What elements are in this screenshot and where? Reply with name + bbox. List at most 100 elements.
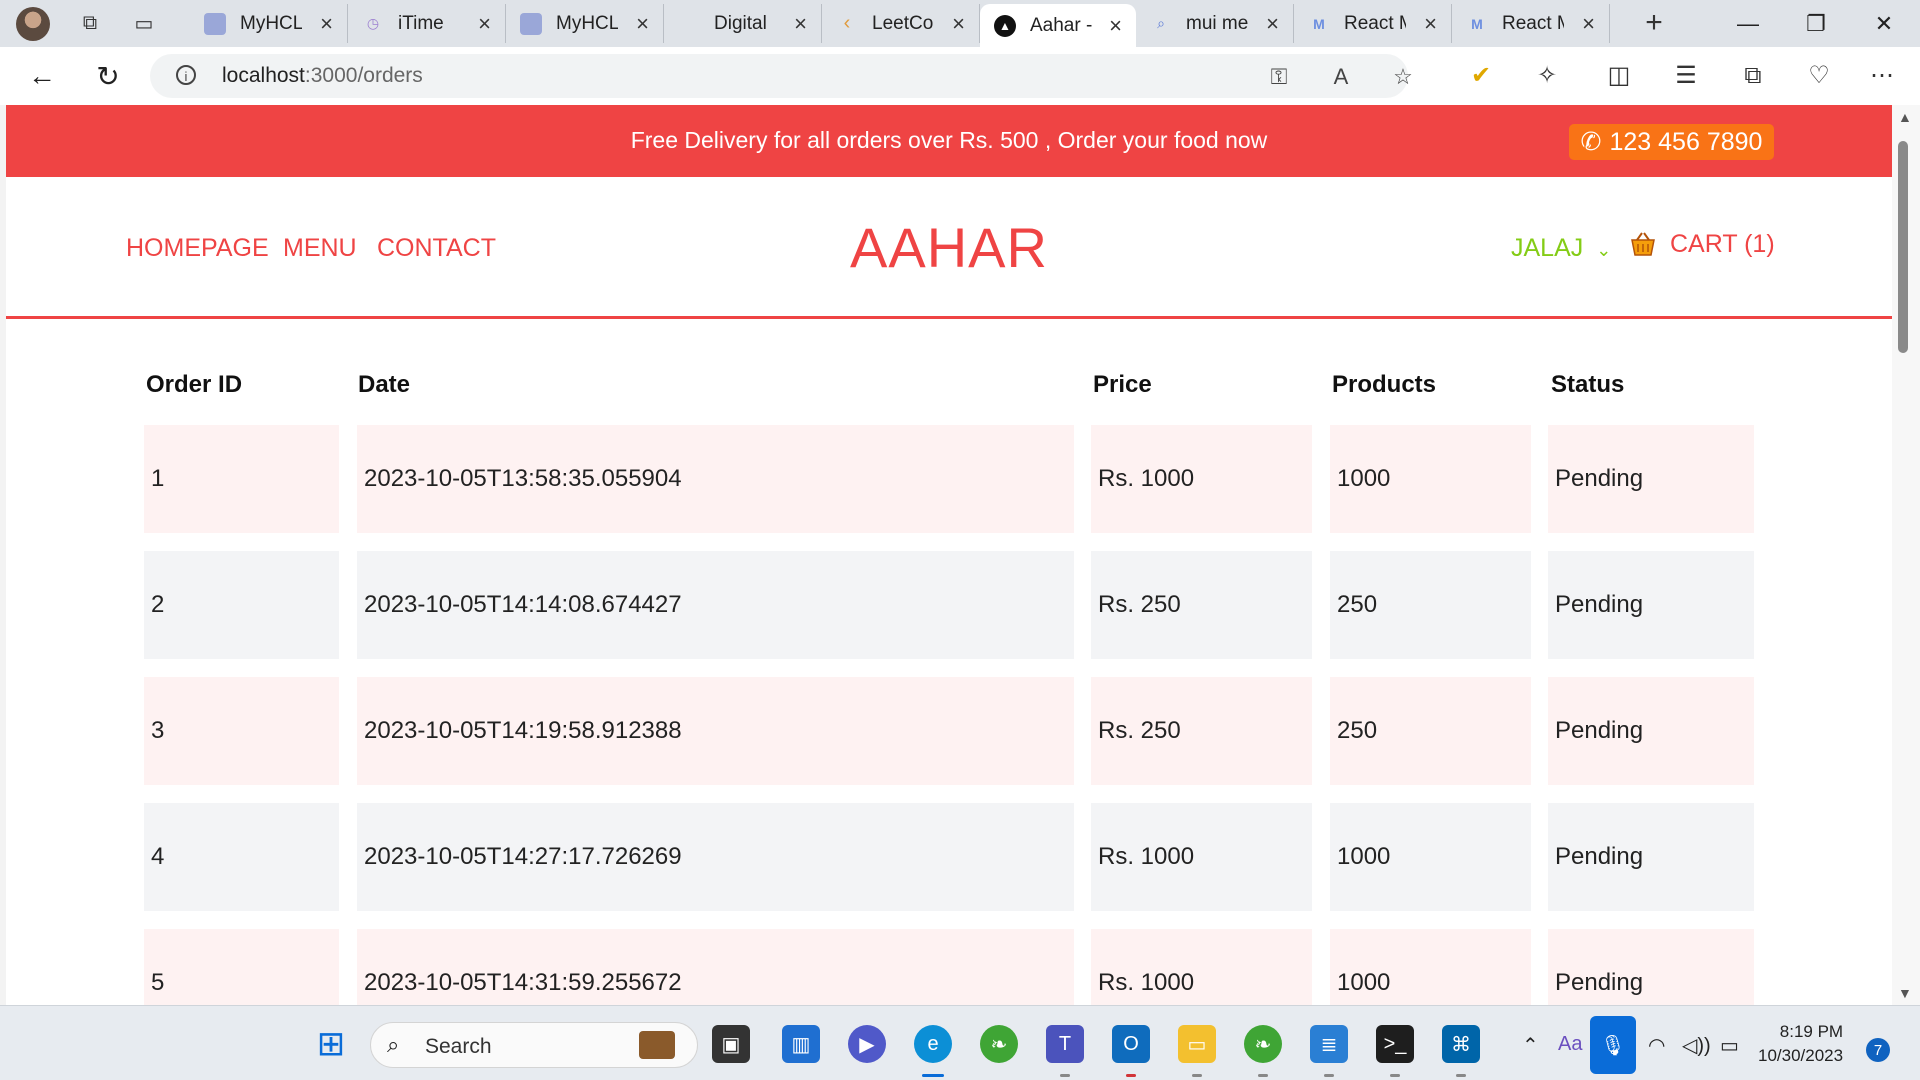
- new-tab-icon[interactable]: +: [1640, 6, 1668, 39]
- chevron-up-icon[interactable]: ⌃: [1522, 1033, 1539, 1058]
- scroll-up-icon[interactable]: ▲: [1898, 109, 1912, 125]
- site-navbar: HOMEPAGE MENU CONTACT AAHAR JALAJ ⌄ CART…: [6, 177, 1892, 319]
- tab-react-mui-2[interactable]: M React M ×: [1452, 4, 1610, 43]
- phone-number: 123 456 7890: [1609, 127, 1763, 156]
- close-window-icon[interactable]: ✕: [1850, 0, 1918, 47]
- cart-button[interactable]: CART (1): [1628, 229, 1775, 259]
- tab-myhcl-2[interactable]: MyHCL ×: [506, 4, 664, 43]
- products-cell: 250: [1330, 551, 1531, 659]
- favorite-star-icon[interactable]: ☆: [1390, 64, 1416, 90]
- close-icon[interactable]: ×: [1109, 13, 1122, 39]
- tab-aahar[interactable]: ▲ Aahar - ×: [980, 4, 1136, 47]
- running-app-indicator: [1192, 1074, 1202, 1077]
- key-icon[interactable]: ⚿: [1266, 64, 1292, 90]
- price-cell: Rs. 1000: [1091, 425, 1312, 533]
- tab-react-mui-1[interactable]: M React M ×: [1294, 4, 1452, 43]
- date-cell: 2023-10-05T14:19:58.912388: [357, 677, 1074, 785]
- refresh-icon[interactable]: ↻: [88, 56, 128, 96]
- chat-icon[interactable]: ▶: [848, 1025, 886, 1063]
- tab-leetcode[interactable]: ‹ LeetCo ×: [822, 4, 980, 43]
- taskbar-search[interactable]: ⌕ Search: [370, 1022, 698, 1068]
- workspaces-icon[interactable]: ⧉: [76, 10, 104, 38]
- profile-avatar[interactable]: [16, 6, 50, 41]
- volume-icon[interactable]: ◁)): [1682, 1033, 1711, 1058]
- back-icon[interactable]: ←: [22, 56, 62, 96]
- restore-icon[interactable]: ❐: [1782, 0, 1850, 47]
- windows-start-icon[interactable]: ⊞: [312, 1025, 350, 1063]
- mui-icon: M: [1471, 15, 1483, 32]
- spring-tool-icon[interactable]: ❧: [980, 1025, 1018, 1063]
- clock-icon: ◷: [366, 15, 380, 31]
- chevron-down-icon: ⌄: [1596, 240, 1612, 260]
- page-scrollbar[interactable]: ▲ ▼: [1892, 105, 1920, 1005]
- tab-actions-icon[interactable]: ▭: [130, 10, 158, 38]
- column-header-products: Products: [1332, 371, 1437, 398]
- column-header-order-id: Order ID: [146, 371, 243, 398]
- user-menu[interactable]: JALAJ ⌄: [1511, 234, 1611, 263]
- tab-itime[interactable]: ◷ iTime ×: [348, 4, 506, 43]
- close-icon[interactable]: ×: [1582, 11, 1595, 37]
- running-app-indicator: [1456, 1074, 1466, 1077]
- order-id-cell: 3: [144, 677, 339, 785]
- briefcase-icon: [639, 1031, 675, 1059]
- collections-icon[interactable]: ⧉: [1737, 60, 1769, 92]
- address-bar[interactable]: i localhost:3000/orders ⚿ A ☆: [150, 54, 1413, 98]
- tab-title: LeetCo: [872, 12, 934, 34]
- close-icon[interactable]: ×: [952, 11, 965, 37]
- split-screen-icon[interactable]: ◫: [1603, 60, 1635, 92]
- scrollbar-thumb[interactable]: [1898, 141, 1908, 353]
- minimize-icon[interactable]: —: [1714, 0, 1782, 47]
- more-menu-icon[interactable]: ⋯: [1866, 60, 1898, 92]
- terminal-icon[interactable]: >_: [1376, 1025, 1414, 1063]
- tab-title: MyHCL: [240, 12, 302, 34]
- vscode-icon[interactable]: ⌘: [1442, 1025, 1480, 1063]
- products-cell: 1000: [1330, 803, 1531, 911]
- widgets-icon[interactable]: ▥: [782, 1025, 820, 1063]
- taskbar-clock[interactable]: 8:19 PM 10/30/2023: [1758, 1020, 1843, 1068]
- close-icon[interactable]: ×: [1424, 11, 1437, 37]
- active-app-indicator: [922, 1074, 944, 1077]
- tab-myhcl-1[interactable]: MyHCL ×: [190, 4, 348, 43]
- close-icon[interactable]: ×: [478, 11, 491, 37]
- microphone-icon[interactable]: 🎙: [1590, 1016, 1636, 1074]
- notepad-icon[interactable]: ≣: [1310, 1025, 1348, 1063]
- close-icon[interactable]: ×: [636, 11, 649, 37]
- extension-check-icon[interactable]: ✔: [1465, 60, 1497, 92]
- tab-mui-search[interactable]: ⌕ mui me ×: [1136, 4, 1294, 43]
- basket-icon: [1631, 232, 1655, 256]
- url-text[interactable]: localhost:3000/orders: [222, 64, 423, 88]
- notification-badge[interactable]: 7: [1866, 1038, 1890, 1062]
- language-icon[interactable]: Aa: [1558, 1033, 1582, 1056]
- browser-essentials-icon[interactable]: ♡: [1803, 60, 1835, 92]
- edge-icon[interactable]: e: [914, 1025, 952, 1063]
- close-icon[interactable]: ×: [1266, 11, 1279, 37]
- extensions-icon[interactable]: ✧: [1531, 60, 1563, 92]
- task-view-icon[interactable]: ▣: [712, 1025, 750, 1063]
- site-info-icon[interactable]: i: [176, 65, 196, 85]
- products-cell: 1000: [1330, 929, 1531, 1005]
- wifi-icon[interactable]: ◠: [1648, 1033, 1665, 1058]
- outlook-icon[interactable]: O: [1112, 1025, 1150, 1063]
- status-cell: Pending: [1548, 425, 1754, 533]
- order-id-cell: 5: [144, 929, 339, 1005]
- read-aloud-icon[interactable]: A: [1328, 64, 1354, 90]
- file-explorer-icon[interactable]: ▭: [1178, 1025, 1216, 1063]
- price-cell: Rs. 250: [1091, 677, 1312, 785]
- clock-time: 8:19 PM: [1779, 1022, 1844, 1041]
- phone-button[interactable]: ✆ 123 456 7890: [1569, 124, 1774, 160]
- close-icon[interactable]: ×: [794, 11, 807, 37]
- column-header-status: Status: [1551, 371, 1625, 398]
- tab-digital[interactable]: Digital ×: [664, 4, 822, 43]
- scroll-down-icon[interactable]: ▼: [1898, 985, 1912, 1001]
- react-app-icon: ▲: [994, 14, 1016, 37]
- close-icon[interactable]: ×: [320, 11, 333, 37]
- myhcl-icon: [204, 12, 226, 35]
- page-viewport: Free Delivery for all orders over Rs. 50…: [6, 105, 1892, 1005]
- spring-tool-icon-2[interactable]: ❧: [1244, 1025, 1282, 1063]
- teams-icon[interactable]: T: [1046, 1025, 1084, 1063]
- running-app-indicator: [1126, 1074, 1136, 1077]
- order-id-cell: 1: [144, 425, 339, 533]
- price-cell: Rs. 1000: [1091, 929, 1312, 1005]
- favorites-icon[interactable]: ☰: [1670, 60, 1702, 92]
- battery-icon[interactable]: ▭: [1720, 1033, 1739, 1058]
